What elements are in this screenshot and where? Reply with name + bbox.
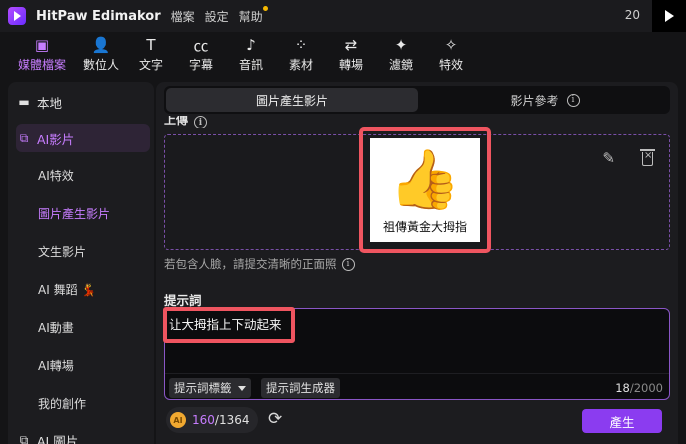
app-logo-icon (8, 7, 26, 25)
character-counter: 18/2000 (615, 381, 663, 395)
app-title: HitPaw Edimakor (36, 8, 161, 24)
tool-text-label: 文字 (138, 58, 163, 72)
tool-text[interactable]: T 文字 (126, 34, 176, 76)
menu-bar: 檔案 設定 幫助 (171, 5, 268, 25)
thumbs-up-image: 👍 (388, 145, 462, 213)
tool-assets[interactable]: ⁘ 素材 (276, 34, 326, 76)
sidebar: ▬ 本地 ⧉ AI影片 AI特效 圖片產生影片 文生影片 AI 舞蹈 💃 AI動… (8, 82, 154, 444)
prompt-footer: 提示詞標籤 提示詞生成器 18/2000 (165, 373, 669, 399)
folder-icon: ▬ (18, 95, 30, 109)
prompt-tags-dropdown[interactable]: 提示詞標籤 (169, 378, 251, 398)
notification-dot (262, 5, 268, 11)
prompt-tags-label: 提示詞標籤 (174, 381, 232, 395)
image-highlight-box: 👍 祖傳黃金大拇指 (359, 127, 491, 253)
sidebar-item-local-label: 本地 (37, 95, 63, 111)
sidebar-item-ai-video-label: AI影片 (37, 131, 75, 147)
sidebar-sub-ai-effects[interactable]: AI特效 (38, 167, 74, 184)
sidebar-sub-ai-transition[interactable]: AI轉場 (38, 357, 74, 374)
tool-transition-label: 轉場 (338, 58, 363, 72)
tool-transition[interactable]: ⇄ 轉場 (326, 34, 376, 76)
ai-image-icon: ⧉ (19, 432, 29, 444)
bottom-bar: AI 160 /1364 ⟳ 產生 (164, 404, 670, 436)
music-icon: ♪ (246, 36, 256, 54)
trash-icon[interactable] (640, 149, 655, 166)
menu-file[interactable]: 檔案 (171, 8, 195, 25)
generate-button[interactable]: 產生 (582, 409, 662, 433)
tool-assets-label: 素材 (288, 58, 313, 72)
sidebar-item-local[interactable]: ▬ 本地 (16, 88, 150, 116)
prompt-textarea[interactable]: 让大拇指上下动起来 提示詞標籤 提示詞生成器 18/2000 (163, 307, 670, 400)
uploaded-image[interactable]: 👍 祖傳黃金大拇指 (370, 138, 480, 242)
info-icon[interactable]: i (341, 257, 355, 271)
tool-caption[interactable]: ㏄ 字幕 (176, 34, 226, 76)
character-count: 18 (615, 381, 630, 395)
sidebar-sub-text-to-video[interactable]: 文生影片 (38, 243, 86, 260)
tool-effects[interactable]: ✧ 特效 (426, 34, 476, 76)
prompt-generator-button[interactable]: 提示詞生成器 (261, 378, 340, 398)
tool-audio-label: 音訊 (238, 58, 263, 72)
credits-total: /1364 (214, 413, 250, 427)
effects-icon: ✧ (444, 36, 458, 54)
tool-filter[interactable]: ✦ 濾鏡 (376, 34, 426, 76)
tab-image-to-video[interactable]: 圖片產生影片 (166, 88, 418, 112)
edit-icon[interactable]: ✎ (602, 149, 615, 167)
mode-tabs: 圖片產生影片 影片參考 i (164, 86, 670, 114)
filter-icon: ✦ (394, 36, 408, 54)
tool-caption-label: 字幕 (188, 58, 213, 72)
character-max: /2000 (629, 381, 663, 395)
main-toolbar: ▣ 媒體檔案 👤 數位人 T 文字 ㏄ 字幕 ♪ 音訊 ⁘ 素材 ⇄ 轉場 ✦ … (8, 34, 686, 76)
upload-label-text: 上傳 (164, 116, 189, 127)
tool-avatar-label: 數位人 (82, 58, 119, 72)
titlebar-right-text: 20 (624, 8, 640, 22)
coin-icon: AI (170, 412, 186, 428)
sidebar-item-ai-image-label: AI 圖片 (37, 433, 79, 444)
caption-icon: ㏄ (193, 36, 209, 55)
face-hint: 若包含人臉，請提交清晰的正面照 i (164, 256, 355, 272)
tab-video-reference[interactable]: 影片參考 i (420, 88, 670, 112)
tool-media[interactable]: ▣ 媒體檔案 (8, 34, 76, 76)
tool-effects-label: 特效 (438, 58, 463, 72)
refresh-icon[interactable]: ⟳ (268, 409, 282, 429)
sidebar-sub-ai-animation[interactable]: AI動畫 (38, 319, 74, 336)
title-bar: HitPaw Edimakor 檔案 設定 幫助 20 (0, 0, 686, 32)
credits-used: 160 (192, 413, 215, 427)
sidebar-sub-ai-dance[interactable]: AI 舞蹈 💃 (38, 281, 96, 298)
tool-media-label: 媒體檔案 (17, 58, 66, 72)
info-icon[interactable]: i (194, 116, 208, 128)
menu-help-label: 幫助 (238, 9, 263, 24)
transition-icon: ⇄ (344, 36, 358, 54)
face-hint-text: 若包含人臉，請提交清晰的正面照 (164, 257, 337, 271)
assets-icon: ⁘ (294, 36, 308, 54)
tool-avatar[interactable]: 👤 數位人 (76, 34, 126, 76)
sidebar-sub-my-creations[interactable]: 我的創作 (38, 395, 86, 412)
prompt-text: 让大拇指上下动起来 (169, 317, 282, 332)
main-panel: 圖片產生影片 影片參考 i 上傳 i 👍 祖傳黃金大拇指 ✎ 若包含人臉，請提交清… (156, 82, 678, 444)
tool-filter-label: 濾鏡 (388, 58, 413, 72)
sidebar-item-ai-video[interactable]: ⧉ AI影片 (16, 124, 150, 152)
menu-help[interactable]: 幫助 (238, 5, 268, 25)
upload-dropzone[interactable]: 👍 祖傳黃金大拇指 ✎ (164, 127, 670, 253)
tool-audio[interactable]: ♪ 音訊 (226, 34, 276, 76)
ai-video-icon: ⧉ (19, 130, 29, 145)
info-icon[interactable]: i (566, 93, 580, 107)
sidebar-sub-image-to-video[interactable]: 圖片產生影片 (38, 205, 110, 222)
avatar-add-icon: 👤 (91, 36, 111, 54)
image-caption: 祖傳黃金大拇指 (382, 220, 467, 234)
media-icon: ▣ (34, 36, 50, 54)
text-icon: T (146, 36, 156, 54)
play-icon[interactable] (652, 0, 686, 32)
sidebar-item-ai-image[interactable]: ⧉ AI 圖片 (16, 426, 150, 444)
upload-label: 上傳 i (164, 116, 208, 128)
menu-settings[interactable]: 設定 (205, 8, 229, 25)
caret-down-icon (237, 385, 246, 391)
credits-badge: AI 160 /1364 (166, 407, 258, 433)
tab-video-reference-label: 影片參考 (510, 93, 559, 108)
